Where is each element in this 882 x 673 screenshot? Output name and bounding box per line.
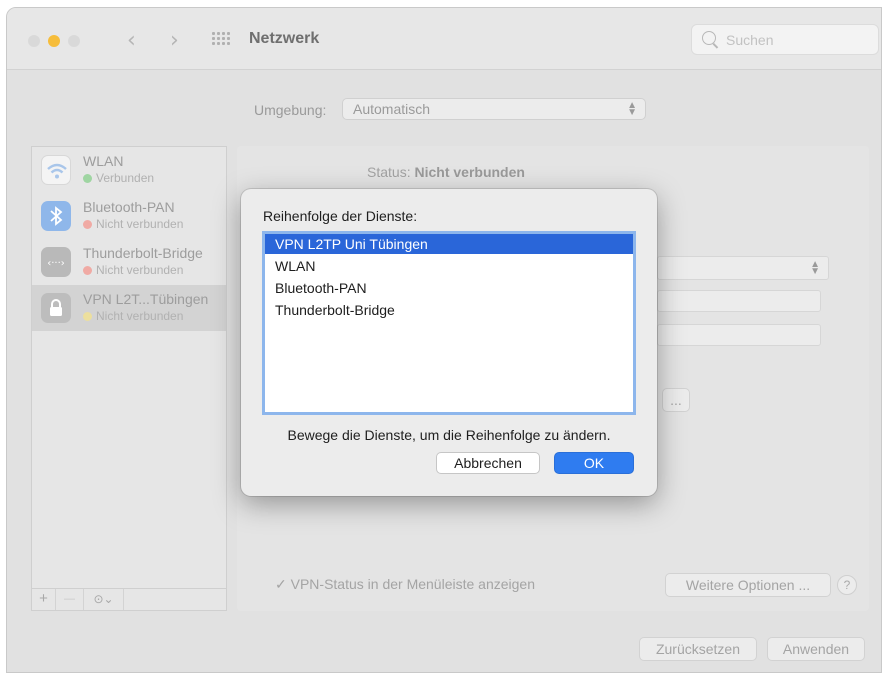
cancel-button[interactable]: Abbrechen [436,452,540,474]
sidebar-item-label: Bluetooth-PAN [83,199,175,215]
list-item[interactable]: WLAN [265,256,633,276]
sidebar-item-status: Nicht verbunden [83,217,183,231]
minimize-window-button[interactable] [48,35,60,47]
status-text: Nicht verbunden [96,217,184,231]
dialog-title: Reihenfolge der Dienste: [263,208,418,224]
status-dot [83,174,92,183]
add-service-button[interactable]: + [32,589,56,610]
sidebar-item-status: Nicht verbunden [83,263,183,277]
status-label: Status: [367,164,411,180]
configuration-select[interactable]: ▲ ▼ [657,256,829,280]
close-window-button[interactable] [28,35,40,47]
sidebar-item-thunderbolt-bridge[interactable]: ‹···› Thunderbolt-Bridge Nicht verbunden [32,239,226,285]
service-list-sidebar: WLAN Verbunden Bluetooth-PAN Nicht verbu… [31,146,227,611]
location-label: Umgebung: [254,102,327,118]
remove-service-button[interactable]: — [56,589,84,610]
sidebar-item-label: VPN L2T...Tübingen [83,291,209,307]
help-button[interactable]: ? [837,575,857,595]
search-icon [702,31,716,45]
zoom-window-button[interactable] [68,35,80,47]
bluetooth-icon [41,201,71,231]
list-item[interactable]: Bluetooth-PAN [265,278,633,298]
sidebar-item-label: WLAN [83,153,124,169]
status-row: Status: Nicht verbunden [367,164,525,180]
service-order-dialog: Reihenfolge der Dienste: VPN L2TP Uni Tü… [241,189,657,496]
window-title: Netzwerk [249,30,320,47]
back-arrow-icon[interactable]: ‹ [127,28,136,53]
sidebar-item-wlan[interactable]: WLAN Verbunden [32,147,226,193]
status-dot [83,266,92,275]
ok-button[interactable]: OK [554,452,634,474]
apply-button[interactable]: Anwenden [767,637,865,661]
search-field[interactable]: Suchen [691,24,879,55]
status-text: Verbunden [96,171,155,185]
account-name-field[interactable] [657,324,821,346]
action-menu-button[interactable]: ⊙⌄ [84,589,124,610]
location-value: Automatisch [353,101,431,117]
updown-chevron-icon: ▲ ▼ [810,259,820,277]
sidebar-item-status: Nicht verbunden [83,309,183,323]
sidebar-item-vpn[interactable]: VPN L2T...Tübingen Nicht verbunden [32,285,226,331]
status-dot [83,312,92,321]
vpn-status-checkbox[interactable]: ✓ VPN-Status in der Menüleiste anzeigen [275,576,535,593]
sidebar-item-bluetooth-pan[interactable]: Bluetooth-PAN Nicht verbunden [32,193,226,239]
status-text: Nicht verbunden [96,263,184,277]
thunderbolt-icon: ‹···› [41,247,71,277]
wifi-icon [41,155,71,185]
sidebar-item-label: Thunderbolt-Bridge [83,245,203,261]
vpn-status-label: VPN-Status in der Menüleiste anzeigen [290,576,535,592]
svg-text:‹···›: ‹···› [47,258,65,269]
show-all-grid-icon[interactable] [212,32,230,46]
dialog-hint: Bewege die Dienste, um die Reihenfolge z… [287,427,611,443]
search-placeholder: Suchen [726,32,774,48]
reset-button[interactable]: Zurücksetzen [639,637,757,661]
title-bar: ‹ › Netzwerk Suchen [7,8,881,70]
status-value: Nicht verbunden [414,164,525,180]
status-dot [83,220,92,229]
more-options-button[interactable]: Weitere Optionen ... [665,573,831,597]
forward-arrow-icon[interactable]: › [170,28,179,53]
list-item[interactable]: VPN L2TP Uni Tübingen [265,234,633,254]
authentication-settings-button[interactable]: ... [662,388,690,412]
status-text: Nicht verbunden [96,309,184,323]
checkmark-icon: ✓ [275,576,287,592]
sidebar-item-status: Verbunden [83,171,154,185]
service-order-list[interactable]: VPN L2TP Uni Tübingen WLAN Bluetooth-PAN… [262,231,636,415]
sidebar-footer: + — ⊙⌄ [32,588,226,610]
server-address-field[interactable] [657,290,821,312]
list-item[interactable]: Thunderbolt-Bridge [265,300,633,320]
lock-icon [41,293,71,323]
location-select[interactable]: Automatisch ▲ ▼ [342,98,646,120]
updown-chevron-icon: ▲ ▼ [627,100,637,118]
